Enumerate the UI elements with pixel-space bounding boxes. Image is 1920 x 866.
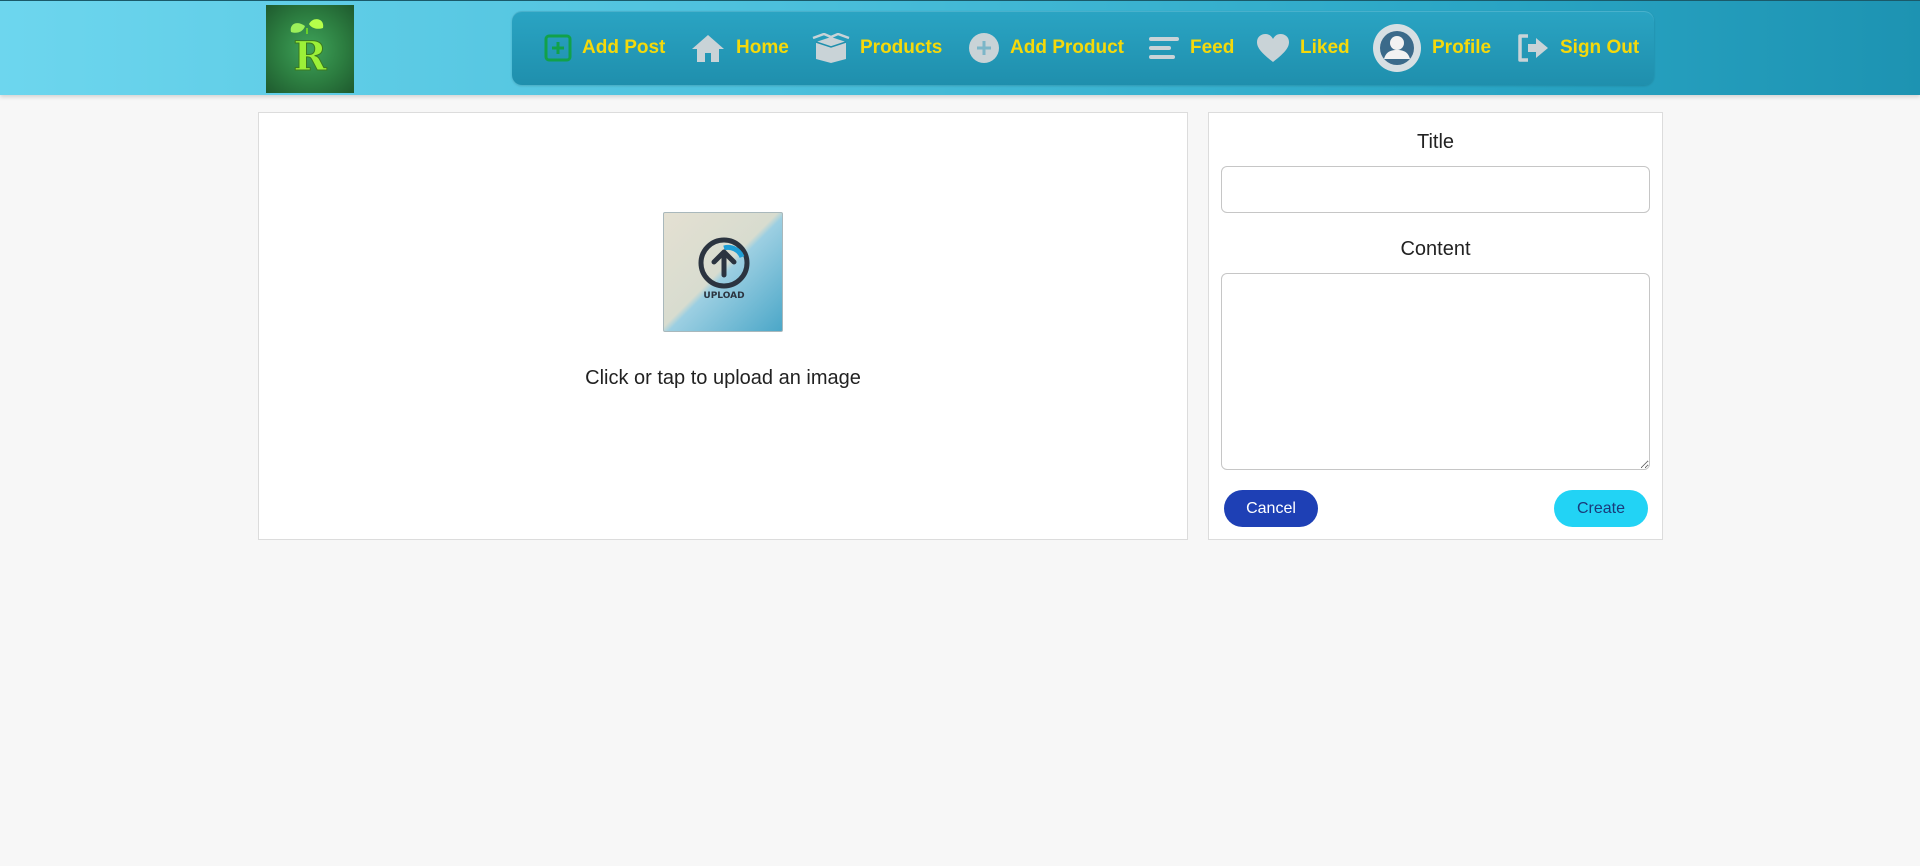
nav-home-label: Home bbox=[736, 37, 789, 58]
nav-liked[interactable]: Liked bbox=[1256, 11, 1350, 85]
home-icon bbox=[690, 33, 726, 63]
title-label: Title bbox=[1416, 131, 1455, 153]
nav-home[interactable]: Home bbox=[690, 11, 789, 85]
post-form: Title Content Cancel Create bbox=[1208, 112, 1663, 540]
nav-liked-label: Liked bbox=[1300, 37, 1350, 58]
upload-image-placeholder[interactable]: UPLOAD bbox=[663, 212, 783, 332]
nav-feed-label: Feed bbox=[1190, 37, 1235, 58]
nav-profile-label: Profile bbox=[1432, 37, 1492, 58]
avatar-icon bbox=[1372, 23, 1422, 73]
main-nav: Add Post Home Products Add Product Feed … bbox=[512, 11, 1654, 85]
menu-lines-icon bbox=[1148, 34, 1180, 62]
nav-add-product[interactable]: Add Product bbox=[968, 11, 1124, 85]
cancel-button[interactable]: Cancel bbox=[1224, 490, 1318, 527]
nav-feed[interactable]: Feed bbox=[1148, 11, 1234, 85]
image-upload-area[interactable]: UPLOAD Click or tap to upload an image bbox=[258, 112, 1188, 540]
top-navigation-bar: R Add Post Home Products Add Product Fee… bbox=[0, 0, 1920, 95]
nav-sign-out[interactable]: Sign Out bbox=[1516, 11, 1639, 85]
logo-leaf-icon: R bbox=[290, 19, 328, 81]
nav-add-post[interactable]: Add Post bbox=[544, 11, 665, 85]
nav-add-product-label: Add Product bbox=[1010, 37, 1124, 58]
title-input[interactable] bbox=[1221, 166, 1650, 213]
heart-icon bbox=[1256, 33, 1290, 63]
nav-products[interactable]: Products bbox=[812, 11, 942, 85]
content-textarea[interactable] bbox=[1221, 273, 1650, 470]
box-icon bbox=[812, 33, 850, 63]
create-button[interactable]: Create bbox=[1554, 490, 1648, 527]
upload-arrow-icon: UPLOAD bbox=[698, 237, 750, 301]
nav-add-post-label: Add Post bbox=[582, 37, 666, 58]
add-square-icon bbox=[544, 34, 572, 62]
add-circle-icon bbox=[968, 32, 1000, 64]
nav-profile[interactable]: Profile bbox=[1372, 11, 1491, 85]
svg-text:R: R bbox=[293, 33, 327, 80]
svg-text:UPLOAD: UPLOAD bbox=[703, 291, 744, 301]
nav-products-label: Products bbox=[860, 37, 943, 58]
content-label: Content bbox=[1400, 238, 1471, 260]
sign-out-icon bbox=[1516, 33, 1550, 63]
app-logo[interactable]: R bbox=[266, 5, 354, 93]
upload-prompt: Click or tap to upload an image bbox=[585, 367, 861, 389]
nav-sign-out-label: Sign Out bbox=[1560, 37, 1640, 58]
